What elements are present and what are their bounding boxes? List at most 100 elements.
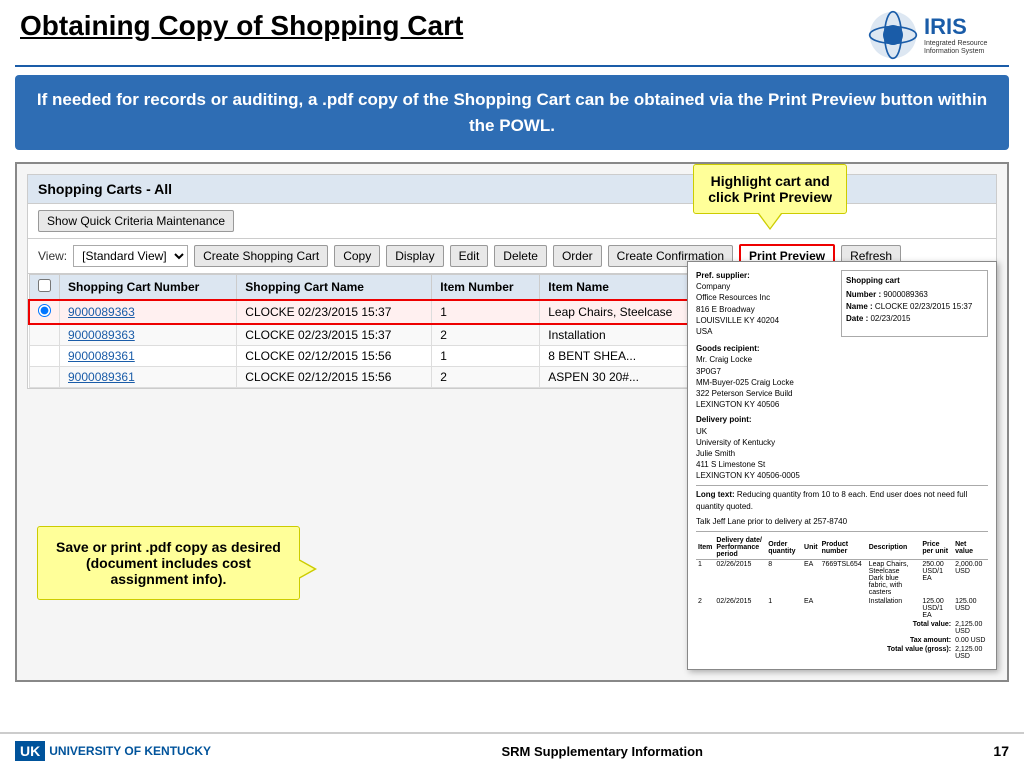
pp-goods-recipient: Goods recipient: Mr. Craig Locke 3P0G7 M… <box>696 343 988 410</box>
pp-item-price: 125.00 USD/1 EA <box>920 597 953 620</box>
row-cart-number[interactable]: 9000089363 <box>60 324 237 346</box>
pp-col-net: Net value <box>953 536 988 560</box>
col-item-number: Item Number <box>432 275 540 301</box>
uk-full-name: UNIVERSITY OF KENTUCKY <box>49 744 211 758</box>
pp-divider2 <box>696 531 988 532</box>
pp-items-table: Item Delivery date/Performance period Or… <box>696 536 988 661</box>
row-cart-name: CLOCKE 02/12/2015 15:56 <box>237 346 432 367</box>
pp-cart-number-row: Number : 9000089363 <box>846 289 983 301</box>
edit-btn[interactable]: Edit <box>450 245 489 267</box>
display-btn[interactable]: Display <box>386 245 443 267</box>
view-label: View: <box>38 249 67 263</box>
pp-cart-name-row: Name : CLOCKE 02/23/2015 15:37 <box>846 301 983 313</box>
row-item-number: 2 <box>432 324 540 346</box>
iris-logo-text: IRIS <box>924 14 1004 40</box>
row-cart-name: CLOCKE 02/23/2015 15:37 <box>237 300 432 324</box>
pp-col-item: Item <box>696 536 714 560</box>
callout-arrow-inner <box>759 213 781 228</box>
footer-center: SRM Supplementary Information <box>501 744 703 759</box>
pp-item-desc: Leap Chairs,Steelcase Dark blue fabric, … <box>867 560 921 598</box>
pp-item-delivery: 02/26/2015 <box>714 597 766 620</box>
page-footer: UK UNIVERSITY OF KENTUCKY SRM Supplement… <box>0 732 1024 768</box>
pp-country: USA <box>696 326 833 337</box>
pp-item-net: 125.00 USD <box>953 597 988 620</box>
pp-delivery-point: Delivery point: UK University of Kentuck… <box>696 414 988 481</box>
pp-item-row: 2 02/26/2015 1 EA Installation 125.00 US… <box>696 597 988 620</box>
pp-note: Talk Jeff Lane prior to delivery at 257-… <box>696 516 988 527</box>
row-item-number: 1 <box>432 346 540 367</box>
page-title: Obtaining Copy of Shopping Cart <box>20 10 463 42</box>
footer-page: 17 <box>993 743 1009 759</box>
pp-cart-title: Shopping cart <box>846 275 983 287</box>
blue-banner: If needed for records or auditing, a .pd… <box>15 75 1009 150</box>
row-cart-number[interactable]: 9000089363 <box>60 300 237 324</box>
print-preview-overlay: Pref. supplier: Company Office Resources… <box>687 261 997 670</box>
iris-logo: IRIS Integrated Resource Information Sys… <box>868 10 1004 60</box>
pp-col-unit: Unit <box>802 536 820 560</box>
col-cart-number: Shopping Cart Number <box>60 275 237 301</box>
row-checkbox[interactable] <box>29 367 60 388</box>
pp-address2: LOUISVILLE KY 40204 <box>696 315 833 326</box>
pp-item-price: 250.00 USD/1 EA <box>920 560 953 598</box>
uk-logo: UK UNIVERSITY OF KENTUCKY <box>15 741 211 761</box>
page-header: Obtaining Copy of Shopping Cart IRIS Int… <box>0 0 1024 65</box>
pp-item-unit: EA <box>802 560 820 598</box>
banner-text: If needed for records or auditing, a .pd… <box>35 87 989 138</box>
bottom-callout-line3: assignment info). <box>56 571 281 587</box>
top-callout-box: Highlight cart and click Print Preview <box>693 164 847 214</box>
pp-supplier-label: Pref. supplier: <box>696 270 833 281</box>
row-item-number: 2 <box>432 367 540 388</box>
create-shopping-cart-btn[interactable]: Create Shopping Cart <box>194 245 328 267</box>
pp-item-num: 2 <box>696 597 714 620</box>
view-select[interactable]: [Standard View] <box>73 245 188 267</box>
row-checkbox[interactable] <box>29 346 60 367</box>
pp-header-row: Pref. supplier: Company Office Resources… <box>696 270 988 337</box>
pp-cart-info: Shopping cart Number : 9000089363 Name :… <box>841 270 988 337</box>
pp-item-row: 1 02/26/2015 8 EA 7669TSL654 Leap Chairs… <box>696 560 988 598</box>
pp-col-price: Price per unit <box>920 536 953 560</box>
row-cart-name: CLOCKE 02/23/2015 15:37 <box>237 324 432 346</box>
iris-logo-icon <box>868 10 918 60</box>
pp-total-row: Total value: 2,125.00 USD <box>696 620 988 636</box>
criteria-btn[interactable]: Show Quick Criteria Maintenance <box>38 210 234 232</box>
row-checkbox[interactable] <box>29 300 60 324</box>
main-content: Highlight cart and click Print Preview S… <box>15 162 1009 682</box>
uk-box-label: UK <box>15 741 45 761</box>
row-item-name: Leap Chairs, Steelcase <box>540 300 709 324</box>
row-checkbox[interactable] <box>29 324 60 346</box>
pp-tax-row: Tax amount: 0.00 USD <box>696 636 988 645</box>
col-cart-name: Shopping Cart Name <box>237 275 432 301</box>
criteria-bar: Show Quick Criteria Maintenance <box>28 204 996 239</box>
pp-tax-amount: 0.00 USD <box>953 636 988 645</box>
iris-logo-sub: Integrated Resource Information System <box>924 40 1004 57</box>
pp-cart-date-row: Date : 02/23/2015 <box>846 313 983 325</box>
pp-long-text: Long text: Reducing quantity from 10 to … <box>696 489 988 511</box>
top-callout-line2: click Print Preview <box>708 189 832 205</box>
row-item-name: ASPEN 30 20#... <box>540 367 709 388</box>
col-item-name: Item Name <box>540 275 709 301</box>
bottom-callout-line1: Save or print .pdf copy as desired <box>56 539 281 555</box>
row-cart-number[interactable]: 9000089361 <box>60 367 237 388</box>
select-all-checkbox[interactable] <box>38 279 51 292</box>
callout-arrow-inner <box>298 560 314 578</box>
delete-btn[interactable]: Delete <box>494 245 547 267</box>
row-item-number: 1 <box>432 300 540 324</box>
pp-item-qty: 1 <box>766 597 802 620</box>
pp-item-product: 7669TSL654 <box>820 560 867 598</box>
order-btn[interactable]: Order <box>553 245 602 267</box>
pp-item-delivery: 02/26/2015 <box>714 560 766 598</box>
row-cart-number[interactable]: 9000089361 <box>60 346 237 367</box>
col-checkbox <box>29 275 60 301</box>
pp-item-num: 1 <box>696 560 714 598</box>
copy-btn[interactable]: Copy <box>334 245 380 267</box>
pp-gross-value: 2,125.00 USD <box>953 645 988 661</box>
pp-company-name: Office Resources Inc <box>696 292 833 303</box>
row-item-name: 8 BENT SHEA... <box>540 346 709 367</box>
pp-col-product: Product number <box>820 536 867 560</box>
row-item-name: Installation <box>540 324 709 346</box>
row-cart-name: CLOCKE 02/12/2015 15:56 <box>237 367 432 388</box>
pp-divider1 <box>696 485 988 486</box>
top-callout: Highlight cart and click Print Preview <box>693 164 847 229</box>
bottom-callout-container: Save or print .pdf copy as desired (docu… <box>37 526 300 600</box>
top-callout-line1: Highlight cart and <box>708 173 832 189</box>
